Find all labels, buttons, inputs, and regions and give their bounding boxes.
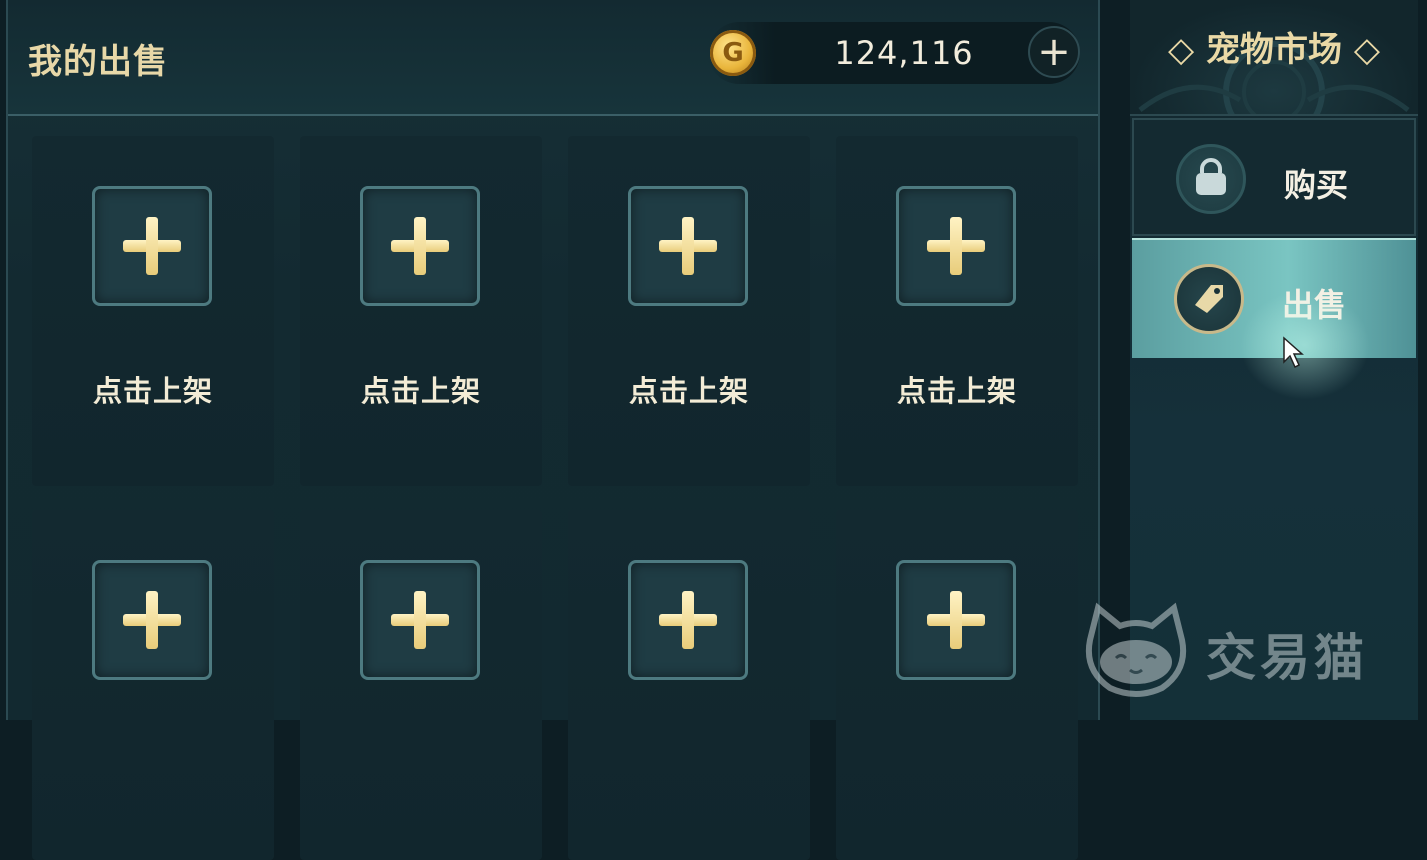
sale-slot[interactable] <box>568 510 810 860</box>
my-sales-panel: 我的出售 G 124,116 + 点击上架 点击上架 点击上架 点击上架 <box>6 0 1100 860</box>
watermark-text: 交易猫 <box>1206 629 1368 687</box>
sale-slot[interactable] <box>836 510 1078 860</box>
sale-slot[interactable] <box>300 510 542 860</box>
my-sales-header: 我的出售 G 124,116 + <box>8 0 1098 116</box>
add-item-button[interactable] <box>92 186 212 306</box>
sale-slot[interactable]: 点击上架 <box>32 136 274 486</box>
cat-logo-icon <box>1086 602 1186 697</box>
add-item-button[interactable] <box>360 186 480 306</box>
price-tag-icon <box>1174 264 1244 334</box>
bag-icon <box>1176 144 1246 214</box>
add-item-button[interactable] <box>896 186 1016 306</box>
slot-label: 点击上架 <box>896 374 1017 408</box>
tab-sell-label: 出售 <box>1282 286 1347 324</box>
tab-buy[interactable]: 购买 <box>1132 118 1416 236</box>
add-item-button[interactable] <box>628 560 748 680</box>
add-item-button[interactable] <box>360 560 480 680</box>
market-header: ◇ 宠物市场 ◇ <box>1130 0 1418 116</box>
sale-slot[interactable]: 点击上架 <box>836 136 1078 486</box>
gold-balance: G 124,116 + <box>708 22 1080 84</box>
slot-label: 点击上架 <box>628 374 749 408</box>
slot-label: 点击上架 <box>92 374 213 408</box>
sale-slot[interactable]: 点击上架 <box>568 136 810 486</box>
add-item-button[interactable] <box>896 560 1016 680</box>
add-item-button[interactable] <box>92 560 212 680</box>
my-sales-title: 我的出售 <box>28 42 168 82</box>
watermark: 交易猫 <box>1076 600 1416 700</box>
add-item-button[interactable] <box>628 186 748 306</box>
tab-buy-label: 购买 <box>1284 166 1349 204</box>
gold-coin-icon: G <box>710 30 756 76</box>
sale-slot[interactable] <box>32 510 274 860</box>
market-title: ◇ 宠物市场 ◇ <box>1168 30 1380 70</box>
sale-slot[interactable]: 点击上架 <box>300 136 542 486</box>
gold-amount: 124,116 <box>834 34 974 72</box>
slot-label: 点击上架 <box>360 374 481 408</box>
tab-sell[interactable]: 出售 <box>1132 238 1416 358</box>
add-gold-button[interactable]: + <box>1028 26 1080 78</box>
mouse-cursor-icon <box>1283 336 1304 369</box>
